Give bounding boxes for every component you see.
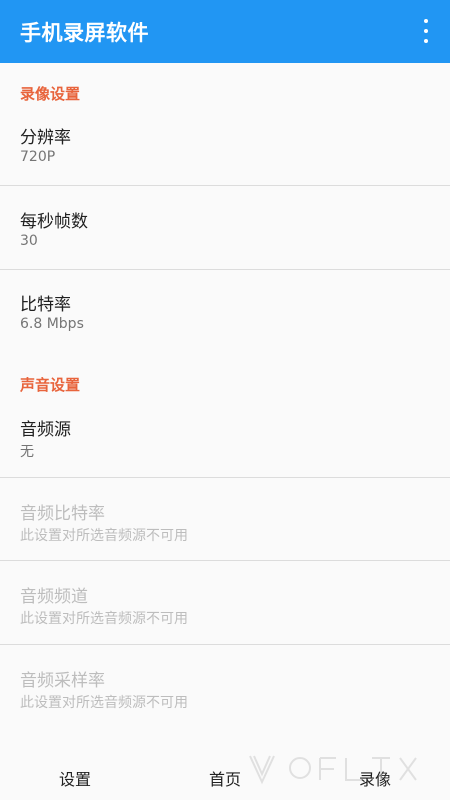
divider xyxy=(0,644,450,645)
pref-summary: 6.8 Mbps xyxy=(20,316,84,332)
pref-bitrate[interactable]: 比特率 6.8 Mbps xyxy=(0,290,450,350)
bottom-navigation: 设置 首页 录像 xyxy=(0,759,450,800)
pref-frame-rate[interactable]: 每秒帧数 30 xyxy=(0,207,450,269)
pref-title: 音频比特率 xyxy=(20,504,105,524)
tab-settings[interactable]: 设置 xyxy=(0,759,150,800)
tab-record[interactable]: 录像 xyxy=(300,759,450,800)
pref-summary: 720P xyxy=(20,149,56,165)
tab-home[interactable]: 首页 xyxy=(150,759,300,800)
divider xyxy=(0,269,450,270)
pref-title: 比特率 xyxy=(20,295,71,315)
pref-title: 音频频道 xyxy=(20,587,88,607)
pref-title: 分辨率 xyxy=(20,128,71,148)
pref-audio-bitrate: 音频比特率 此设置对所选音频源不可用 xyxy=(0,499,450,561)
section-header-audio: 声音设置 xyxy=(20,376,81,394)
divider xyxy=(0,477,450,478)
section-header-next xyxy=(20,749,25,759)
pref-title: 音频采样率 xyxy=(20,671,105,691)
pref-audio-sample-rate: 音频采样率 此设置对所选音频源不可用 xyxy=(0,666,450,728)
settings-list[interactable]: 录像设置 分辨率 720P 每秒帧数 30 比特率 6.8 Mbps 声音设置 … xyxy=(0,63,450,759)
pref-summary: 30 xyxy=(20,233,38,249)
app-bar: 手机录屏软件 xyxy=(0,0,450,63)
divider xyxy=(0,185,450,186)
app-title: 手机录屏软件 xyxy=(20,21,149,45)
pref-summary: 此设置对所选音频源不可用 xyxy=(20,611,188,627)
more-dot xyxy=(424,29,428,33)
more-dot xyxy=(424,39,428,43)
pref-summary: 无 xyxy=(20,444,34,460)
pref-audio-source[interactable]: 音频源 无 xyxy=(0,415,450,477)
more-dot xyxy=(424,19,428,23)
more-vert-icon[interactable] xyxy=(420,19,432,45)
divider xyxy=(0,560,450,561)
pref-title: 每秒帧数 xyxy=(20,212,88,232)
pref-audio-channel: 音频频道 此设置对所选音频源不可用 xyxy=(0,582,450,644)
pref-summary: 此设置对所选音频源不可用 xyxy=(20,528,188,544)
pref-resolution[interactable]: 分辨率 720P xyxy=(0,123,450,185)
pref-title: 音频源 xyxy=(20,420,71,440)
section-header-video: 录像设置 xyxy=(20,85,81,103)
pref-summary: 此设置对所选音频源不可用 xyxy=(20,695,188,711)
